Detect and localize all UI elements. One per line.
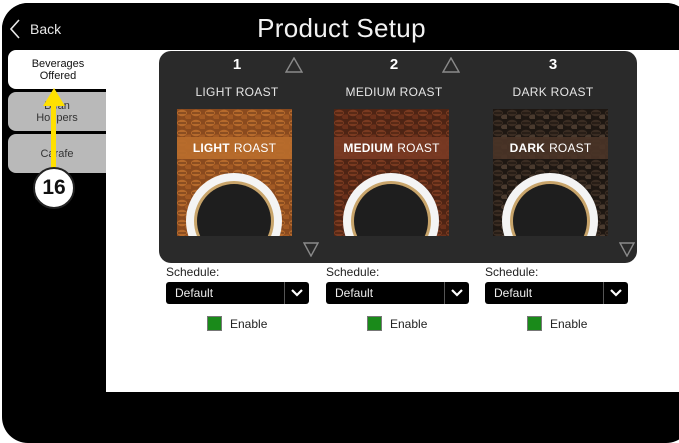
slot-number: 2 <box>389 56 399 73</box>
tab-label-line2: Hoppers <box>36 111 78 124</box>
checkbox-checked-icon[interactable] <box>207 316 222 331</box>
chevron-down-icon[interactable] <box>284 282 309 304</box>
roast-band: MEDIUM ROAST <box>334 137 449 159</box>
checkbox-checked-icon[interactable] <box>367 316 382 331</box>
schedule-value: Default <box>335 286 374 300</box>
roast-band: DARK ROAST <box>493 137 608 159</box>
schedule-select-2[interactable]: Default <box>326 282 469 304</box>
schedule-value: Default <box>175 286 214 300</box>
slot-number: 1 <box>232 56 242 73</box>
top-bar: Back Product Setup <box>2 3 679 55</box>
schedule-label: Schedule: <box>166 265 220 279</box>
page-title: Product Setup <box>257 13 426 43</box>
product-slot-1: 1 LIGHT ROAST LIGHT ROAST <box>177 51 319 263</box>
coffee-cup-image <box>493 109 608 236</box>
callout-number: 16 <box>33 167 75 209</box>
product-slot-3: 3 DARK ROAST DARK ROAST <box>493 51 635 263</box>
band-rest: ROAST <box>233 141 277 155</box>
product-name: DARK ROAST <box>512 85 594 99</box>
chevron-down-icon[interactable] <box>603 282 628 304</box>
slot-number: 3 <box>548 56 558 73</box>
coffee-cup-image <box>177 109 292 236</box>
band-rest: ROAST <box>549 141 592 155</box>
enable-checkbox-2[interactable]: Enable <box>367 316 427 331</box>
band-bold: MEDIUM <box>343 141 394 155</box>
tab-label-line2: Offered <box>39 69 77 82</box>
band-bold: DARK <box>509 141 546 155</box>
enable-checkbox-1[interactable]: Enable <box>207 316 267 331</box>
schedule-value: Default <box>494 286 533 300</box>
tab-beverages-offered[interactable]: Beverages Offered <box>8 50 108 89</box>
arrow-up-icon[interactable] <box>442 57 460 73</box>
enable-label: Enable <box>550 316 588 331</box>
arrow-down-icon[interactable] <box>303 242 319 257</box>
content-area: 1 LIGHT ROAST LIGHT ROAST 2 MEDIUM ROAST… <box>106 50 679 392</box>
product-image[interactable]: MEDIUM ROAST <box>334 109 449 236</box>
roast-band: LIGHT ROAST <box>177 137 292 159</box>
schedule-label: Schedule: <box>485 265 539 279</box>
product-name: LIGHT ROAST <box>195 85 279 99</box>
checkbox-checked-icon[interactable] <box>527 316 542 331</box>
tab-label-line1: Beverages <box>31 57 85 70</box>
product-image[interactable]: LIGHT ROAST <box>177 109 292 236</box>
product-slot-2: 2 MEDIUM ROAST MEDIUM ROAST <box>334 51 474 263</box>
callout-line <box>51 104 56 168</box>
band-bold: LIGHT <box>192 141 230 155</box>
schedule-label: Schedule: <box>326 265 380 279</box>
product-carousel: 1 LIGHT ROAST LIGHT ROAST 2 MEDIUM ROAST… <box>159 51 637 263</box>
coffee-cup-image <box>334 109 449 236</box>
chevron-down-icon[interactable] <box>444 282 469 304</box>
product-name: MEDIUM ROAST <box>345 85 443 99</box>
tab-label-line1: Carafe <box>40 147 74 160</box>
band-rest: ROAST <box>397 141 440 155</box>
product-image[interactable]: DARK ROAST <box>493 109 608 236</box>
schedule-select-3[interactable]: Default <box>485 282 628 304</box>
enable-label: Enable <box>390 316 428 331</box>
arrow-up-icon[interactable] <box>285 57 303 73</box>
schedule-select-1[interactable]: Default <box>166 282 309 304</box>
enable-checkbox-3[interactable]: Enable <box>527 316 587 331</box>
arrow-down-icon[interactable] <box>619 242 635 257</box>
enable-label: Enable <box>230 316 268 331</box>
